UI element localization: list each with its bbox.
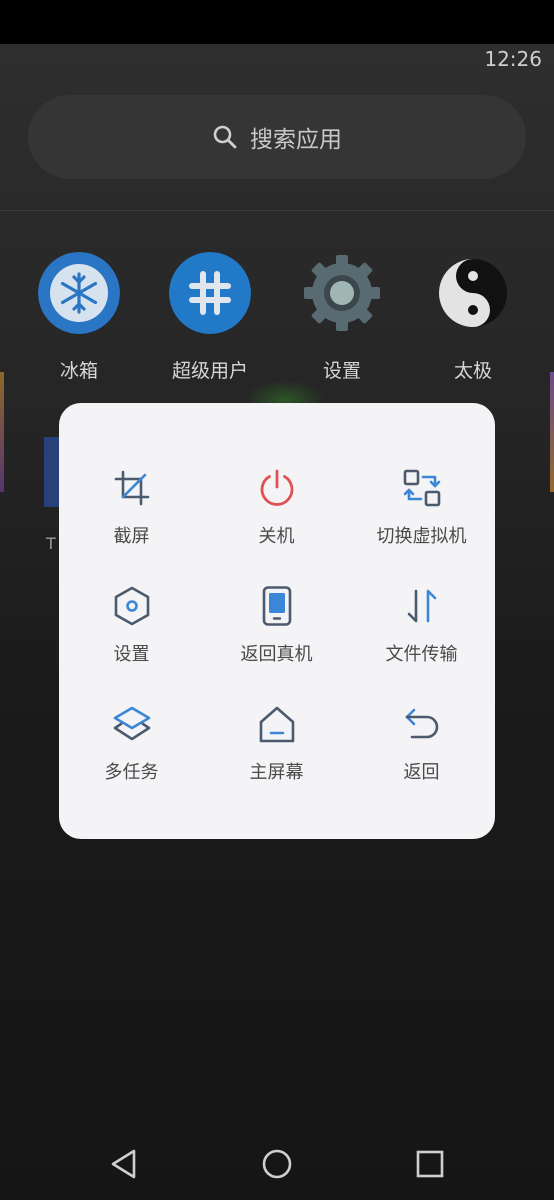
menu-item-label: 设置	[113, 644, 150, 665]
hash-icon	[169, 252, 251, 334]
menu-item-return-real-device[interactable]: 返回真机	[204, 586, 349, 704]
menu-item-multitask[interactable]: 多任务	[59, 704, 204, 822]
left-edge-strip	[0, 372, 4, 492]
app-label: 超级用户	[171, 360, 248, 382]
menu-item-home-screen[interactable]: 主屏幕	[204, 704, 349, 822]
search-icon	[213, 125, 237, 149]
transfer-arrows-icon	[407, 589, 436, 623]
switch-vm-icon	[403, 469, 440, 507]
undo-arrow-icon	[405, 708, 438, 739]
top-black-bar	[0, 0, 554, 44]
layers-icon	[113, 706, 150, 741]
home-icon	[259, 706, 294, 743]
floating-quick-menu: 截屏 关机 切换虚拟机 设置 返回真机 文件传输 多任务 主屏幕 返回	[59, 403, 495, 839]
status-time: 12:26	[484, 47, 542, 71]
app-label: 太极	[453, 360, 492, 382]
menu-item-settings[interactable]: 设置	[59, 586, 204, 704]
app-search-bar[interactable]: 搜索应用	[28, 95, 526, 179]
background-partial-label: T	[46, 534, 56, 553]
app-label: 冰箱	[59, 360, 98, 382]
menu-item-label: 截屏	[113, 526, 150, 547]
app-taichi[interactable]: 太极	[413, 252, 533, 383]
menu-item-label: 关机	[258, 526, 295, 547]
right-edge-strip	[550, 372, 554, 492]
menu-item-label: 返回	[403, 762, 440, 783]
recents-square-icon[interactable]	[412, 1146, 448, 1182]
menu-item-label: 多任务	[104, 762, 159, 783]
menu-item-label: 切换虚拟机	[376, 526, 467, 547]
app-icebox[interactable]: 冰箱	[19, 252, 139, 383]
divider	[0, 210, 554, 211]
yin-yang-icon	[439, 259, 507, 327]
crop-icon	[114, 470, 149, 506]
hexagon-settings-icon	[114, 586, 149, 626]
snowflake-icon	[38, 252, 120, 334]
menu-item-file-transfer[interactable]: 文件传输	[349, 586, 494, 704]
menu-item-back[interactable]: 返回	[349, 704, 494, 822]
app-settings[interactable]: 设置	[282, 252, 402, 383]
gear-icon	[304, 255, 380, 331]
menu-item-screenshot[interactable]: 截屏	[59, 468, 204, 586]
menu-item-label: 主屏幕	[249, 762, 304, 783]
menu-item-power-off[interactable]: 关机	[204, 468, 349, 586]
app-label: 设置	[322, 360, 361, 382]
app-superuser[interactable]: 超级用户	[150, 252, 270, 383]
menu-item-label: 文件传输	[385, 644, 458, 665]
phone-icon	[262, 586, 291, 626]
home-circle-icon[interactable]	[259, 1146, 295, 1182]
search-placeholder: 搜索应用	[250, 127, 342, 153]
back-triangle-icon[interactable]	[106, 1146, 142, 1182]
menu-item-switch-vm[interactable]: 切换虚拟机	[349, 468, 494, 586]
power-icon	[260, 469, 293, 506]
menu-item-label: 返回真机	[240, 644, 313, 665]
